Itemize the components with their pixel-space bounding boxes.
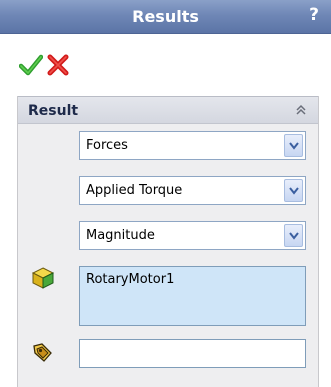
result-subtype-value: Applied Torque (86, 183, 183, 198)
chevron-down-icon (289, 142, 299, 150)
result-section-label: Result (28, 103, 79, 119)
dropdown-button[interactable] (284, 134, 303, 157)
cancel-button[interactable] (46, 54, 70, 76)
result-panel: Result Forces Applied Torque Magnitude R… (17, 96, 319, 387)
part-cube-icon (31, 267, 55, 289)
result-subtype-select[interactable]: Applied Torque (79, 176, 306, 205)
result-type-value: Forces (86, 138, 128, 153)
reference-component-field[interactable] (79, 339, 306, 368)
chevron-down-icon (289, 232, 299, 240)
ok-button[interactable] (18, 54, 44, 76)
component-selection-list[interactable]: RotaryMotor1 (79, 266, 306, 326)
title-bar: Results ? (0, 0, 331, 34)
chevron-down-icon (289, 187, 299, 195)
close-icon (47, 54, 69, 76)
dropdown-button[interactable] (284, 224, 303, 247)
checkmark-icon (18, 54, 44, 76)
dropdown-button[interactable] (284, 179, 303, 202)
window-title: Results (132, 7, 199, 26)
result-section-header[interactable]: Result (18, 96, 318, 124)
result-type-select[interactable]: Forces (79, 131, 306, 160)
chevron-double-up-icon[interactable] (294, 103, 308, 117)
reference-component-icon (33, 343, 52, 362)
result-component-value: Magnitude (86, 228, 155, 243)
action-bar (0, 34, 331, 92)
result-component-select[interactable]: Magnitude (79, 221, 306, 250)
list-item[interactable]: RotaryMotor1 (86, 272, 174, 287)
help-button[interactable]: ? (309, 5, 319, 25)
